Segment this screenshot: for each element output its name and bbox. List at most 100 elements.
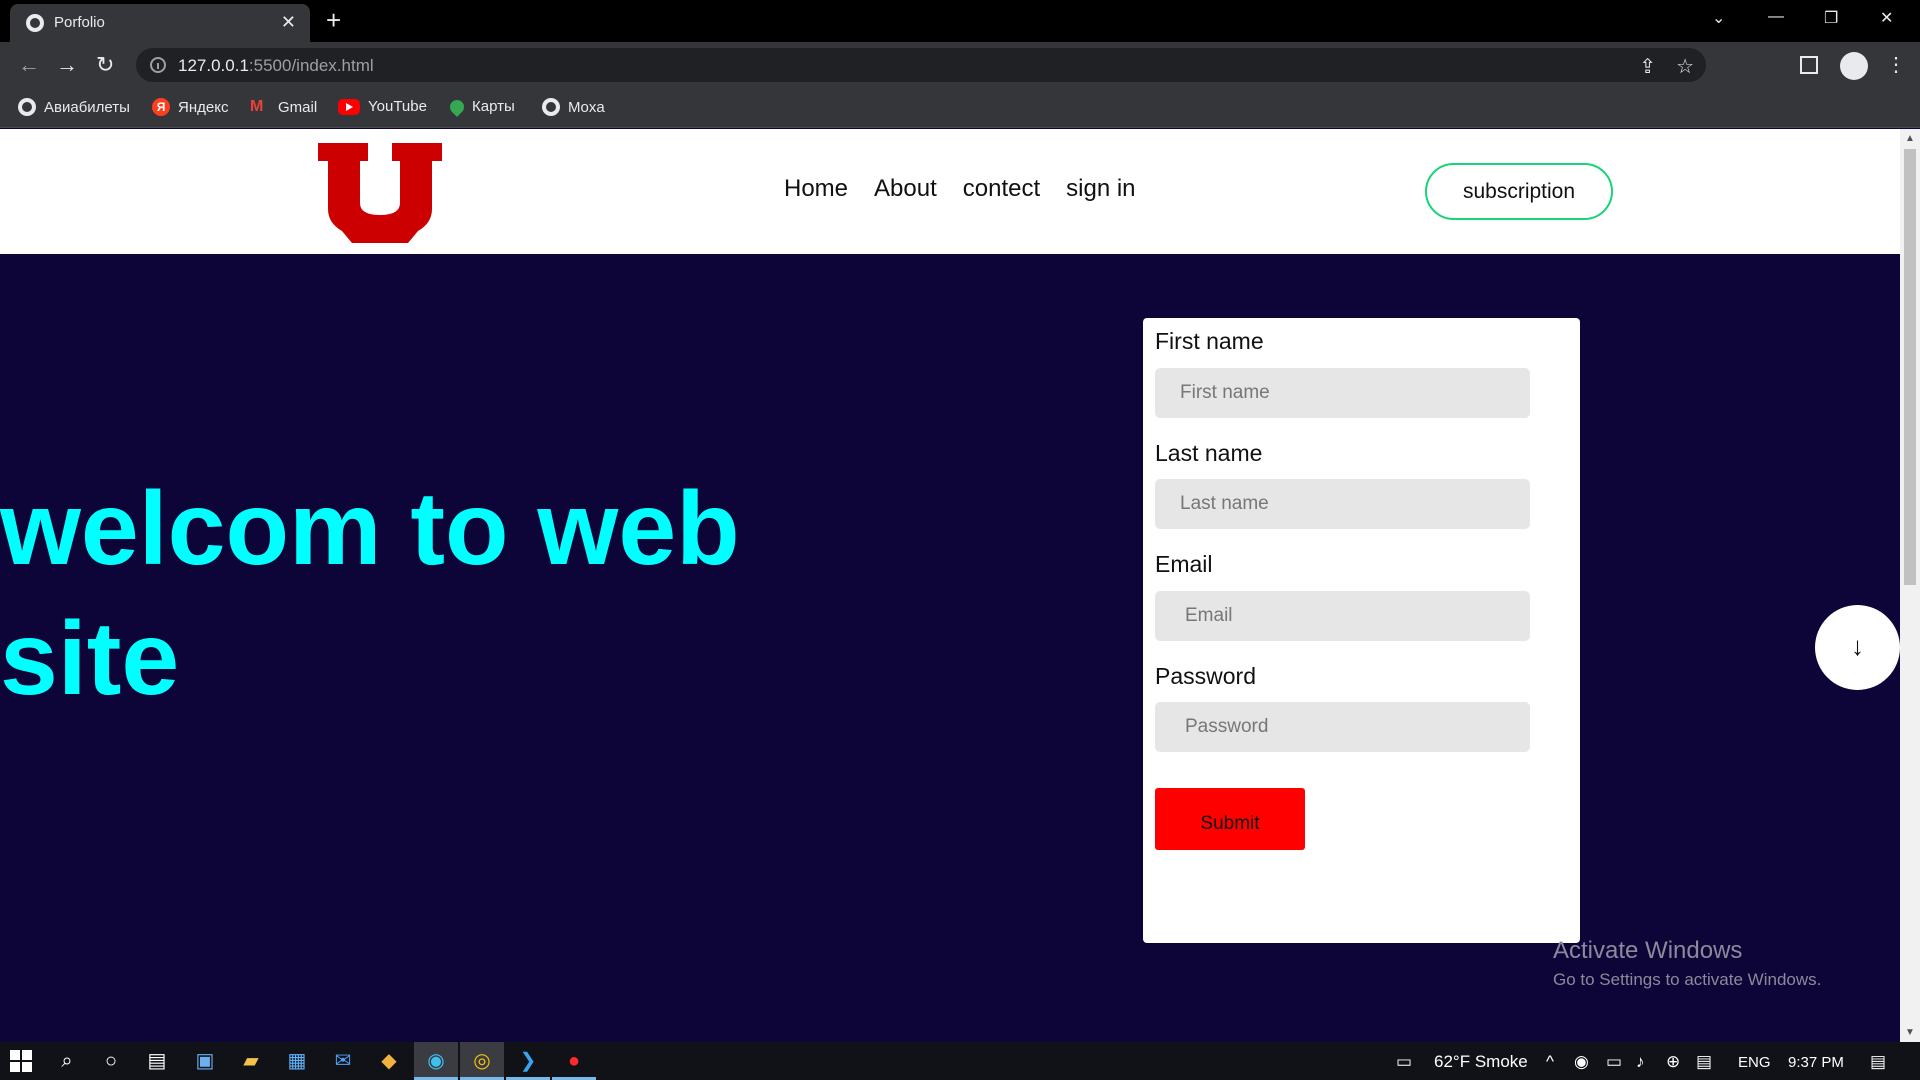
globe-icon — [542, 98, 560, 116]
youtube-icon — [338, 98, 360, 115]
scrollbar-thumb[interactable] — [1904, 149, 1916, 585]
main-nav: Home About contect sign in — [784, 175, 1136, 203]
language-indicator[interactable]: ENG — [1738, 1054, 1771, 1071]
record-tray-icon[interactable]: ◉ — [1574, 1052, 1589, 1072]
vscode-app[interactable]: ❯ — [506, 1042, 550, 1080]
chrome-icon: ◎ — [473, 1050, 491, 1072]
bookmark-label: Gmail — [278, 98, 318, 116]
scroll-up-icon[interactable]: ▲ — [1905, 133, 1915, 144]
site-info-icon[interactable] — [150, 57, 166, 73]
hero-line-1: welcom to web — [0, 471, 740, 587]
weather-text[interactable]: 62°F Smoke — [1434, 1052, 1528, 1072]
windows-start-icon[interactable] — [10, 1050, 32, 1072]
subscription-button[interactable]: subscription — [1425, 163, 1613, 220]
web-page: Home About contect sign in subscription … — [0, 129, 1900, 1042]
tab-title: Porfolio — [54, 14, 105, 31]
edge-icon: ◉ — [427, 1050, 445, 1072]
gmail-icon: M — [250, 98, 264, 115]
url-path: :5500/index.html — [248, 56, 374, 75]
vscode-icon: ❯ — [519, 1050, 537, 1072]
address-bar[interactable]: 127.0.0.1:5500/index.html ⇪ ☆ — [136, 48, 1706, 82]
task-view-icon[interactable]: ▤ — [146, 1050, 168, 1072]
close-window-icon[interactable]: ✕ — [1880, 8, 1893, 28]
bookmarks-bar: Авиабилеты Я Яндекс M Gmail YouTube Карт… — [0, 88, 1920, 128]
last-name-label: Last name — [1155, 440, 1263, 466]
new-tab-button[interactable]: + — [326, 6, 341, 34]
bookmark-label: Moxa — [568, 98, 605, 116]
url-text[interactable]: 127.0.0.1:5500/index.html — [178, 56, 374, 76]
notifications-icon[interactable]: ▤ — [1870, 1052, 1886, 1072]
email-field[interactable] — [1155, 591, 1530, 641]
save-app-icon[interactable]: ▣ — [194, 1050, 216, 1072]
cortana-icon[interactable]: ○ — [100, 1050, 122, 1072]
bookmark-item[interactable]: M Gmail — [250, 98, 317, 116]
bookmark-item[interactable]: Moxa — [542, 98, 605, 116]
tab-close-icon[interactable]: ✕ — [281, 12, 296, 33]
chevron-up-icon[interactable]: ^ — [1546, 1052, 1554, 1072]
app-icon[interactable]: ◆ — [378, 1050, 400, 1072]
store-icon[interactable]: ▦ — [286, 1050, 308, 1072]
edge-app[interactable]: ◉ — [414, 1042, 458, 1080]
first-name-label: First name — [1155, 328, 1264, 354]
globe-icon — [26, 14, 44, 32]
file-explorer-icon[interactable]: ▰ — [240, 1050, 262, 1072]
bookmark-item[interactable]: Авиабилеты — [18, 98, 130, 116]
scroll-down-button[interactable]: ↓ — [1815, 605, 1900, 690]
tab-search-icon[interactable]: ⌄ — [1712, 8, 1725, 28]
bookmark-label: Яндекс — [178, 98, 229, 116]
bookmark-item[interactable]: Карты — [447, 96, 515, 117]
bookmark-label: Карты — [472, 98, 515, 115]
mail-icon[interactable]: ✉ — [332, 1050, 354, 1072]
yandex-icon: Я — [152, 98, 170, 116]
back-arrow-icon[interactable]: ← — [18, 52, 40, 78]
chrome-app[interactable]: ◎ — [460, 1042, 504, 1080]
signup-form: First name Last name Email Password Subm… — [1143, 318, 1580, 943]
activate-windows-title: Activate Windows — [1553, 937, 1743, 964]
bookmark-item[interactable]: YouTube — [338, 98, 427, 115]
volume-icon[interactable]: ♪ — [1636, 1052, 1645, 1072]
forward-arrow-icon[interactable]: → — [56, 52, 78, 78]
news-icon[interactable]: ▭ — [1396, 1052, 1412, 1072]
bookmark-label: Авиабилеты — [44, 98, 130, 116]
arrow-down-icon: ↓ — [1851, 631, 1864, 661]
last-name-field[interactable] — [1155, 479, 1530, 529]
recorder-app[interactable]: ● — [552, 1042, 596, 1080]
hero-title: welcom to web site — [0, 464, 780, 724]
kebab-menu-icon[interactable]: ⋮ — [1886, 52, 1906, 77]
battery-icon[interactable]: ▭ — [1606, 1052, 1622, 1072]
maps-icon — [447, 96, 467, 117]
nav-link-about[interactable]: About — [874, 175, 937, 203]
keyboard-icon[interactable]: ▤ — [1696, 1052, 1712, 1072]
tab-strip: Porfolio ✕ + ⌄ — ❐ ✕ — [0, 0, 1920, 42]
browser-tab[interactable]: Porfolio ✕ — [10, 4, 310, 42]
record-icon: ● — [567, 1050, 581, 1072]
profile-avatar[interactable] — [1840, 52, 1868, 80]
page-scrollbar[interactable]: ▲ ▼ — [1900, 129, 1920, 1042]
site-header: Home About contect sign in subscription — [0, 129, 1900, 254]
reload-icon[interactable]: ↻ — [96, 52, 114, 78]
bookmark-label: YouTube — [368, 98, 427, 115]
bookmark-star-icon[interactable]: ☆ — [1676, 54, 1694, 79]
clock[interactable]: 9:37 PM — [1788, 1054, 1844, 1071]
first-name-field[interactable] — [1155, 368, 1530, 418]
password-field[interactable] — [1155, 702, 1530, 752]
activate-windows-subtitle: Go to Settings to activate Windows. — [1553, 970, 1822, 989]
nav-link-sign-in[interactable]: sign in — [1066, 175, 1135, 203]
password-label: Password — [1155, 663, 1256, 689]
nav-link-contact[interactable]: contect — [963, 175, 1040, 203]
share-icon[interactable]: ⇪ — [1639, 54, 1656, 79]
hero-line-2: site — [0, 601, 180, 717]
search-icon[interactable]: ⌕ — [56, 1050, 78, 1072]
restore-icon[interactable]: ❐ — [1824, 8, 1838, 28]
browser-toolbar: ← → ↻ 127.0.0.1:5500/index.html ⇪ ☆ — [0, 42, 1920, 88]
network-icon[interactable]: ⊕ — [1666, 1052, 1680, 1072]
globe-icon — [18, 98, 36, 116]
minimize-icon[interactable]: — — [1768, 8, 1784, 26]
nav-link-home[interactable]: Home — [784, 175, 848, 203]
email-label: Email — [1155, 551, 1213, 577]
submit-button[interactable]: Submit — [1155, 788, 1305, 850]
side-panel-icon[interactable] — [1800, 56, 1818, 74]
scroll-down-icon[interactable]: ▼ — [1905, 1027, 1915, 1038]
university-logo[interactable] — [318, 143, 442, 243]
bookmark-item[interactable]: Я Яндекс — [152, 98, 228, 116]
